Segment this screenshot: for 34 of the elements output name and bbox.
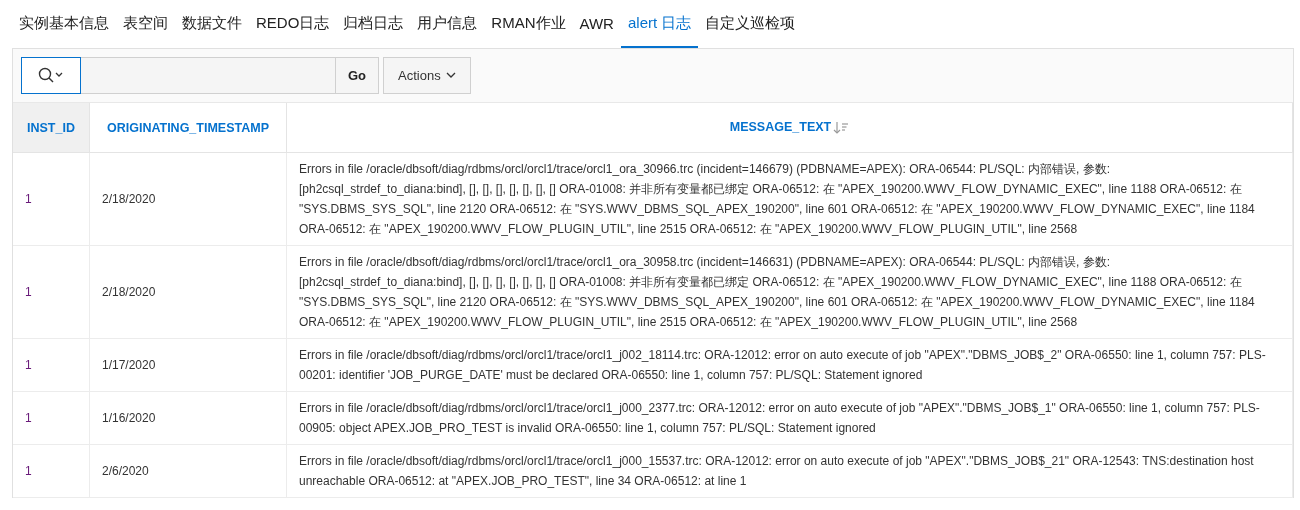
tab[interactable]: 自定义巡检项	[698, 0, 803, 48]
instance-id: 1	[25, 358, 32, 372]
go-button[interactable]: Go	[335, 57, 379, 94]
search-field[interactable]	[21, 57, 336, 94]
tab[interactable]: 数据文件	[175, 0, 249, 48]
tab[interactable]: 归档日志	[336, 0, 411, 48]
message-text: Errors in file /oracle/dbsoft/diag/rdbms/orcl/orcl1/trace/orcl1_j000_2377.trc: ORA-12012: error on auto execute of job "APEX"."DBMS_JOB$_1" ORA-06550: line 1, column 757: PLS-00905: object APEX.JOB_PRO_TEST is invalid ORA-06550: line 1, column 757: PL/SQL: Statement ignored	[299, 401, 1260, 435]
tab[interactable]: AWR	[572, 0, 621, 48]
tab[interactable]: REDO日志	[249, 0, 337, 48]
actions-button[interactable]: Actions	[383, 57, 471, 94]
message-text: Errors in file /oracle/dbsoft/diag/rdbms/orcl/orcl1/trace/orcl1_ora_30958.trc (incident=146631) (PDBNAME=APEX): ORA-06544: PL/SQL: 内部错误, 参数: [ph2csql_strdef_to_diana:bind], [], [], [], [], [], [], [] ORA-01008: 并非所有变量都已绑定 ORA-06512: 在 "APEX_190200.WWV_FLOW_DYNAMIC_EXEC", line 1188 ORA-06512: 在 "SYS.DBMS_SYS_SQL", line 2120 ORA-06512: 在 "SYS.WWV_DBMS_SQL_APEX_190200", line 601 ORA-06512: 在 "APEX_190200.WWV_FLOW_DYNAMIC_EXEC", line 1184 ORA-06512: 在 "APEX_190200.WWV_FLOW_PLUGIN_UTIL", line 2515 ORA-06512: 在 "APEX_190200.WWV_FLOW_PLUGIN_UTIL", line 2568	[299, 255, 1255, 329]
tab[interactable]: 用户信息	[410, 0, 485, 48]
column-header[interactable]: ORIGINATING_TIMESTAMP	[106, 120, 269, 135]
message-text: Errors in file /oracle/dbsoft/diag/rdbms/orcl/orcl1/trace/orcl1_ora_30966.trc (incident=146679) (PDBNAME=APEX): ORA-06544: PL/SQL: 内部错误, 参数: [ph2csql_strdef_to_diana:bind], [], [], [], [], [], [], [] ORA-01008: 并非所有变量都已绑定 ORA-06512: 在 "APEX_190200.WWV_FLOW_DYNAMIC_EXEC", line 1188 ORA-06512: 在 "SYS.DBMS_SYS_SQL", line 2120 ORA-06512: 在 "SYS.WWV_DBMS_SQL_APEX_190200", line 601 ORA-06512: 在 "APEX_190200.WWV_FLOW_DYNAMIC_EXEC", line 1184 ORA-06512: 在 "APEX_190200.WWV_FLOW_PLUGIN_UTIL", line 2515 ORA-06512: 在 "APEX_190200.WWV_FLOW_PLUGIN_UTIL", line 2568	[299, 162, 1255, 236]
column-header[interactable]: MESSAGE_TEXT	[729, 120, 832, 135]
column-header[interactable]: INST_ID	[27, 120, 75, 135]
timestamp: 1/17/2020	[102, 358, 156, 372]
caret-icon	[445, 72, 456, 79]
timestamp: 2/18/2020	[102, 285, 156, 299]
instance-id: 1	[25, 411, 32, 425]
search-menu-button[interactable]	[21, 57, 81, 94]
sort-descending-icon	[833, 120, 850, 135]
instance-id: 1	[25, 464, 32, 478]
message-text: Errors in file /oracle/dbsoft/diag/rdbms/orcl/orcl1/trace/orcl1_j002_18114.trc: ORA-12012: error on auto execute of job "APEX"."DBMS_JOB$_2" ORA-06550: line 1, column 757: PLS-00201: identifier 'JOB_PURGE_DATE' must be declared ORA-06550: line 1, column 757: PL/SQL: Statement ignored	[299, 348, 1266, 382]
search-icon	[38, 66, 64, 85]
tab[interactable]: 表空间	[116, 0, 175, 48]
tab[interactable]: 实例基本信息	[12, 0, 116, 48]
timestamp: 1/16/2020	[102, 411, 156, 425]
instance-id: 1	[25, 285, 32, 299]
instance-id: 1	[25, 192, 32, 206]
message-text: Errors in file /oracle/dbsoft/diag/rdbms/orcl/orcl1/trace/orcl1_j000_15537.trc: ORA-12012: error on auto execute of job "APEX"."DBMS_JOB$_21" ORA-12543: TNS:destination host unreachable ORA-06512: at "APEX.JOB_PRO_TEST", line 34 ORA-06512: at line 1	[299, 454, 1254, 488]
timestamp: 2/18/2020	[102, 192, 156, 206]
timestamp: 2/6/2020	[102, 464, 149, 478]
tab[interactable]: RMAN作业	[484, 0, 573, 48]
